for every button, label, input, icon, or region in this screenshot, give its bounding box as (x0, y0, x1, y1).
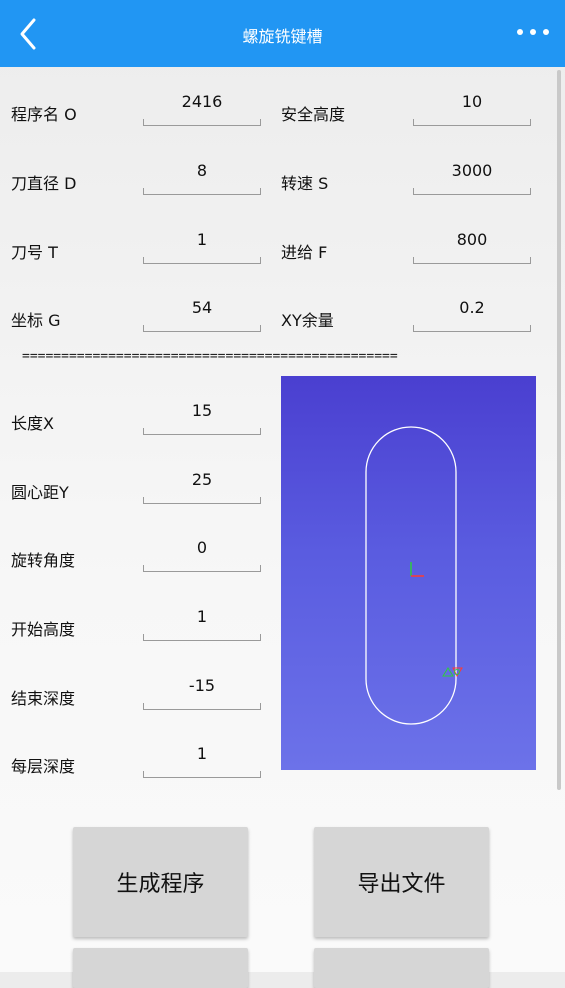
app-header: 螺旋铣键槽 (0, 0, 565, 67)
length-x-field[interactable]: 15 (143, 401, 261, 435)
label-length-x: 长度X (11, 414, 54, 433)
action-button-3[interactable] (73, 948, 248, 988)
tool-position-marker-icon (442, 667, 463, 678)
label-start-height: 开始高度 (11, 620, 76, 639)
slot-toolpath-drawing (365, 426, 463, 725)
page-title: 螺旋铣键槽 (242, 27, 323, 46)
label-safe-height: 安全高度 (281, 105, 346, 124)
label-center-distance-y: 圆心距Y (11, 483, 69, 502)
label-xy-allowance: XY余量 (281, 311, 334, 330)
export-file-button[interactable]: 导出文件 (314, 827, 489, 937)
feed-rate-field[interactable]: 800 (413, 230, 531, 264)
end-depth-field[interactable]: -15 (143, 676, 261, 710)
tool-number-field[interactable]: 1 (143, 230, 261, 264)
tool-diameter-field[interactable]: 8 (143, 161, 261, 195)
center-distance-y-field[interactable]: 25 (143, 470, 261, 504)
label-tool-diameter: 刀直径 D (11, 174, 77, 193)
generate-program-button[interactable]: 生成程序 (73, 827, 248, 937)
origin-axis-icon (410, 562, 424, 577)
label-feed-rate: 进给 F (281, 243, 328, 262)
start-height-field[interactable]: 1 (143, 607, 261, 641)
xy-allowance-field[interactable]: 0.2 (413, 298, 531, 332)
separator-line: ========================================… (22, 349, 398, 364)
label-end-depth: 结束深度 (11, 689, 76, 708)
scrollbar[interactable] (557, 70, 561, 790)
label-coordinate: 坐标 G (11, 311, 61, 330)
program-name-field[interactable]: 2416 (143, 92, 261, 126)
label-layer-depth: 每层深度 (11, 757, 76, 776)
coordinate-field[interactable]: 54 (143, 298, 261, 332)
label-program-name: 程序名 O (11, 105, 77, 124)
label-tool-number: 刀号 T (11, 243, 58, 262)
safe-height-field[interactable]: 10 (413, 92, 531, 126)
layer-depth-field[interactable]: 1 (143, 744, 261, 778)
more-options-icon[interactable] (515, 22, 551, 42)
toolpath-preview[interactable] (281, 376, 536, 770)
label-rotation-angle: 旋转角度 (11, 551, 76, 570)
action-button-4[interactable] (314, 948, 489, 988)
label-spindle-speed: 转速 S (281, 174, 329, 193)
spindle-speed-field[interactable]: 3000 (413, 161, 531, 195)
rotation-angle-field[interactable]: 0 (143, 538, 261, 572)
